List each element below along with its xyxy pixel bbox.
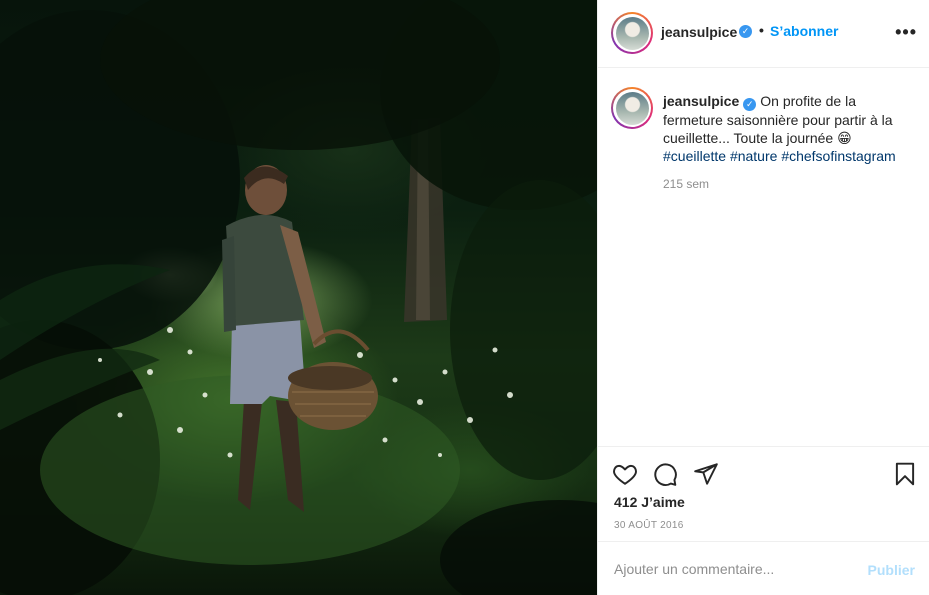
- verified-badge-icon: ✓: [743, 98, 757, 111]
- bookmark-icon[interactable]: [892, 461, 918, 487]
- post-photo[interactable]: [0, 0, 597, 595]
- comment-icon[interactable]: [652, 461, 678, 487]
- avatar-image: [615, 91, 649, 125]
- comment-input[interactable]: [614, 559, 844, 579]
- post-actions: 412 J’aime 30 AOÛT 2016: [598, 446, 929, 540]
- post-date[interactable]: 30 AOÛT 2016: [614, 520, 684, 531]
- photo-illustration: [0, 0, 597, 595]
- caption-body: jeansulpice ✓ On profite de la fermeture s…: [663, 92, 918, 165]
- author-avatar[interactable]: [611, 12, 653, 54]
- more-options-icon[interactable]: •••: [895, 22, 917, 43]
- heart-icon[interactable]: [612, 461, 638, 487]
- post-header: jeansulpice ✓ • S’abonner •••: [598, 0, 929, 68]
- separator-dot: •: [759, 22, 764, 38]
- caption-author-avatar[interactable]: [611, 87, 653, 129]
- publish-button[interactable]: Publier: [868, 562, 915, 578]
- post-sidebar: jeansulpice ✓ • S’abonner ••• jeansulpic…: [597, 0, 929, 595]
- caption-timestamp[interactable]: 215 sem: [663, 177, 709, 191]
- hashtag-link[interactable]: #nature: [730, 148, 777, 164]
- avatar-image: [615, 16, 649, 50]
- paper-plane-icon[interactable]: [693, 461, 719, 487]
- like-count[interactable]: 412 J’aime: [614, 494, 685, 510]
- hashtag-link[interactable]: #chefsofinstagram: [781, 148, 895, 164]
- verified-badge-icon: ✓: [739, 25, 752, 38]
- hashtag-link[interactable]: #cueillette: [663, 148, 726, 164]
- caption-username[interactable]: jeansulpice: [663, 93, 739, 109]
- author-username[interactable]: jeansulpice: [661, 24, 737, 40]
- follow-button[interactable]: S’abonner: [770, 23, 838, 39]
- hashtag-list: #cueillette #nature #chefsofinstagram: [663, 147, 918, 165]
- comment-bar: Publier: [598, 541, 929, 595]
